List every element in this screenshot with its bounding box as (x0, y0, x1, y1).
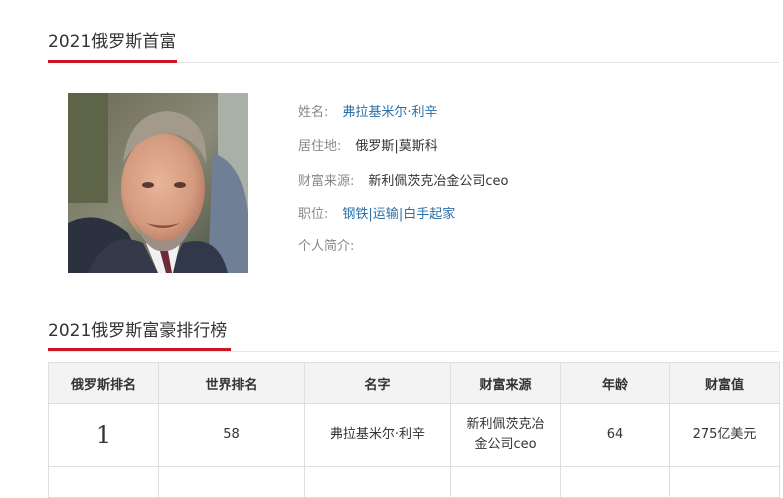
position-label: 职位: (298, 207, 329, 222)
source-label: 财富来源: (298, 174, 355, 189)
col-header-russia-rank: 俄罗斯排名 (48, 362, 159, 404)
position-tag-self-made[interactable]: 白手起家 (403, 207, 455, 222)
residence-label: 居住地: (298, 139, 342, 154)
residence-value: 俄罗斯|莫斯科 (355, 139, 438, 154)
cell-age: 64 (560, 403, 670, 467)
col-header-name: 名字 (304, 362, 451, 404)
profile-section-title: 2021俄罗斯首富 (48, 32, 177, 52)
info-row-name: 姓名: 弗拉基米尔·利辛 (298, 101, 438, 120)
cell-russia-rank: 1 (48, 403, 159, 467)
section-divider (48, 351, 779, 352)
col-header-world-rank: 世界排名 (158, 362, 305, 404)
name-value-link[interactable]: 弗拉基米尔·利辛 (342, 105, 437, 120)
cell-world-rank: 58 (158, 403, 305, 467)
info-row-bio: 个人简介: (298, 235, 354, 254)
info-row-residence: 居住地: 俄罗斯|莫斯科 (298, 135, 438, 154)
table-header-row: 俄罗斯排名 世界排名 名字 财富来源 年龄 财富值 (48, 362, 780, 404)
info-row-position: 职位: 钢铁|运输|白手起家 (298, 203, 455, 222)
portrait-photo (68, 93, 248, 273)
info-row-source: 财富来源: 新利佩茨克冶金公司ceo (298, 170, 509, 189)
col-header-age: 年龄 (560, 362, 670, 404)
col-header-wealth: 财富值 (669, 362, 780, 404)
position-tag-transport[interactable]: 运输 (373, 207, 399, 222)
col-header-source: 财富来源 (450, 362, 561, 404)
position-tags: 钢铁|运输|白手起家 (342, 207, 456, 222)
table-row[interactable] (48, 466, 780, 498)
cell-name: 弗拉基米尔·利辛 (304, 403, 451, 467)
source-value: 新利佩茨克冶金公司ceo (368, 174, 509, 189)
table-row[interactable]: 1 58 弗拉基米尔·利辛 新利佩茨克冶金公司ceo 64 275亿美元 (48, 403, 780, 467)
ranking-section-title: 2021俄罗斯富豪排行榜 (48, 321, 228, 341)
cell-wealth: 275亿美元 (669, 403, 780, 467)
ranking-table: 俄罗斯排名 世界排名 名字 财富来源 年龄 财富值 1 58 弗拉基米尔·利辛 … (48, 362, 780, 498)
position-tag-steel[interactable]: 钢铁 (342, 207, 368, 222)
bio-label: 个人简介: (298, 239, 355, 254)
title-underline-accent (48, 60, 177, 63)
cell-source: 新利佩茨克冶金公司ceo (450, 403, 561, 467)
name-label: 姓名: (298, 105, 329, 120)
title-underline-accent (48, 348, 231, 351)
